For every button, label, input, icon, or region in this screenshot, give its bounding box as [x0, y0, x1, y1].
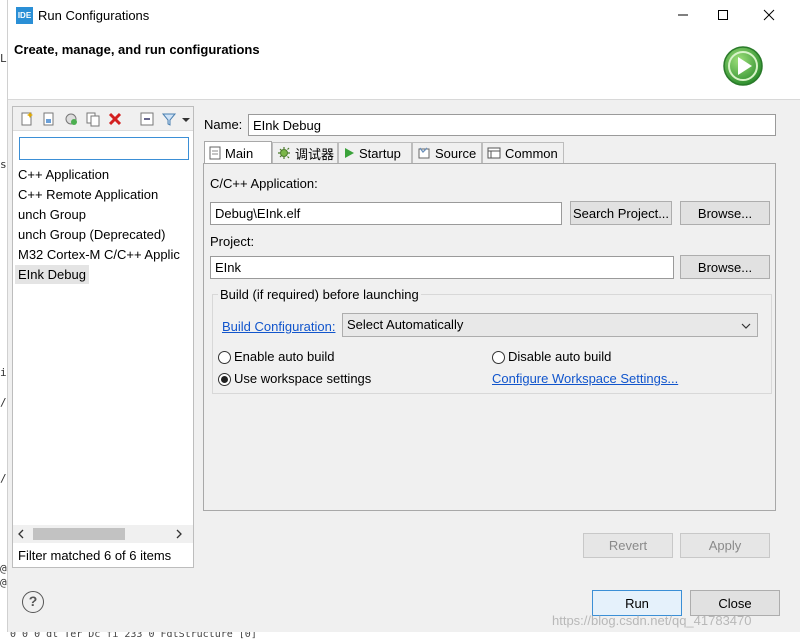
run-configurations-dialog: IDE Run Configurations Create, manage, a…: [8, 0, 800, 632]
filter-input[interactable]: [19, 137, 189, 160]
name-label: Name:: [204, 117, 243, 132]
horizontal-scrollbar[interactable]: [13, 525, 193, 543]
build-configuration-value: Select Automatically: [347, 317, 464, 332]
delete-icon[interactable]: [107, 111, 123, 127]
use-workspace-settings-label: Use workspace settings: [234, 371, 372, 386]
background-char: /: [0, 396, 7, 409]
common-tab-icon: [487, 147, 501, 159]
list-item-label: C++ Remote Application: [18, 187, 159, 202]
project-input[interactable]: [210, 256, 674, 279]
build-configuration-select[interactable]: Select Automatically: [342, 313, 758, 337]
browse-project-button[interactable]: Browse...: [680, 255, 770, 279]
name-input[interactable]: [248, 114, 776, 136]
enable-auto-build-label: Enable auto build: [234, 349, 335, 364]
list-item[interactable]: M32 Cortex-M C/C++ Applic: [13, 245, 193, 265]
import-icon[interactable]: [63, 111, 79, 127]
background-char: L: [0, 52, 7, 65]
configuration-list: C++ Application C++ Remote Application u…: [13, 165, 193, 285]
main-tab-icon: [209, 146, 221, 160]
maximize-button[interactable]: [700, 0, 746, 30]
scroll-left-icon[interactable]: [17, 529, 25, 539]
help-icon[interactable]: ?: [22, 591, 44, 613]
list-item[interactable]: C++ Remote Application: [13, 185, 193, 205]
run-banner-icon: [723, 46, 763, 86]
build-group-label: Build (if required) before launching: [218, 287, 421, 302]
list-item-label: unch Group: [18, 207, 86, 222]
project-label: Project:: [210, 234, 255, 249]
tab-label: Common: [505, 145, 558, 161]
application-label: C/C++ Application:: [210, 176, 318, 191]
list-item-label: unch Group (Deprecated): [18, 227, 166, 242]
close-window-button[interactable]: [746, 0, 792, 30]
background-char: i: [0, 366, 7, 379]
background-text: 0 0 0 dt Ter Dc fi 233 0 FdtStructure [0…: [10, 632, 257, 640]
ide-logo-icon: IDE: [16, 7, 33, 24]
list-item-selected[interactable]: EInk Debug: [13, 265, 193, 285]
tab-source[interactable]: Source: [412, 142, 482, 163]
title-bar: IDE Run Configurations: [8, 0, 800, 32]
new-prototype-icon[interactable]: [41, 111, 57, 127]
background-char: @: [0, 562, 7, 575]
main-tab-panel: C/C++ Application: Search Project... Bro…: [203, 163, 776, 511]
list-item-label: EInk Debug: [15, 265, 89, 284]
background-editor-bottom: 0 0 0 dt Ter Dc fi 233 0 FdtStructure [0…: [0, 632, 800, 640]
background-char: s: [0, 158, 7, 171]
apply-button[interactable]: Apply: [680, 533, 770, 558]
tab-label: Main: [225, 145, 254, 161]
chevron-down-icon: [741, 323, 751, 329]
build-configuration-link[interactable]: Build Configuration:: [222, 319, 335, 334]
background-char: /: [0, 472, 7, 485]
background-editor-strip: L s i / / @ @: [0, 0, 8, 640]
use-workspace-settings-radio[interactable]: [218, 373, 231, 386]
revert-button[interactable]: Revert: [583, 533, 673, 558]
enable-auto-build-radio[interactable]: [218, 351, 231, 364]
new-configuration-icon[interactable]: [19, 111, 35, 127]
list-item[interactable]: C++ Application: [13, 165, 193, 185]
scrollbar-thumb[interactable]: [33, 528, 125, 540]
dialog-header: Create, manage, and run configurations: [8, 32, 800, 100]
header-title: Create, manage, and run configurations: [14, 42, 260, 57]
configuration-tree-panel: C++ Application C++ Remote Application u…: [12, 106, 194, 568]
tab-label: Startup: [359, 145, 401, 161]
startup-tab-icon: [345, 148, 354, 158]
maximize-icon: [718, 10, 728, 20]
list-item-label: C++ Application: [18, 167, 110, 182]
filter-status: Filter matched 6 of 6 items: [18, 548, 172, 563]
view-menu-chevron-down-icon[interactable]: [181, 111, 191, 127]
window-title: Run Configurations: [38, 8, 150, 23]
tab-label: Source: [435, 145, 477, 161]
list-item[interactable]: unch Group: [13, 205, 193, 225]
close-icon: [763, 9, 775, 21]
source-tab-icon: [418, 147, 430, 159]
list-item[interactable]: unch Group (Deprecated): [13, 225, 193, 245]
tab-debugger[interactable]: 调试器: [272, 142, 338, 163]
configure-workspace-settings-link[interactable]: Configure Workspace Settings...: [492, 371, 678, 386]
browse-application-button[interactable]: Browse...: [680, 201, 770, 225]
disable-auto-build-radio[interactable]: [492, 351, 505, 364]
configuration-toolbar: [13, 107, 193, 131]
tab-main[interactable]: Main: [204, 141, 272, 164]
background-char: @: [0, 576, 7, 589]
filter-icon[interactable]: [161, 111, 177, 127]
debugger-tab-icon: [278, 147, 290, 159]
minimize-icon: [678, 14, 688, 16]
tab-startup[interactable]: Startup: [338, 142, 412, 163]
watermark-text: https://blog.csdn.net/qq_41783470: [552, 613, 752, 628]
collapse-all-icon[interactable]: [139, 111, 155, 127]
tab-label: 调试器: [295, 146, 335, 162]
application-input[interactable]: [210, 202, 562, 225]
tab-common[interactable]: Common: [482, 142, 564, 163]
duplicate-icon[interactable]: [85, 111, 101, 127]
scroll-right-icon[interactable]: [175, 529, 183, 539]
list-item-label: M32 Cortex-M C/C++ Applic: [18, 247, 180, 262]
disable-auto-build-label: Disable auto build: [508, 349, 612, 364]
search-project-button[interactable]: Search Project...: [570, 201, 672, 225]
